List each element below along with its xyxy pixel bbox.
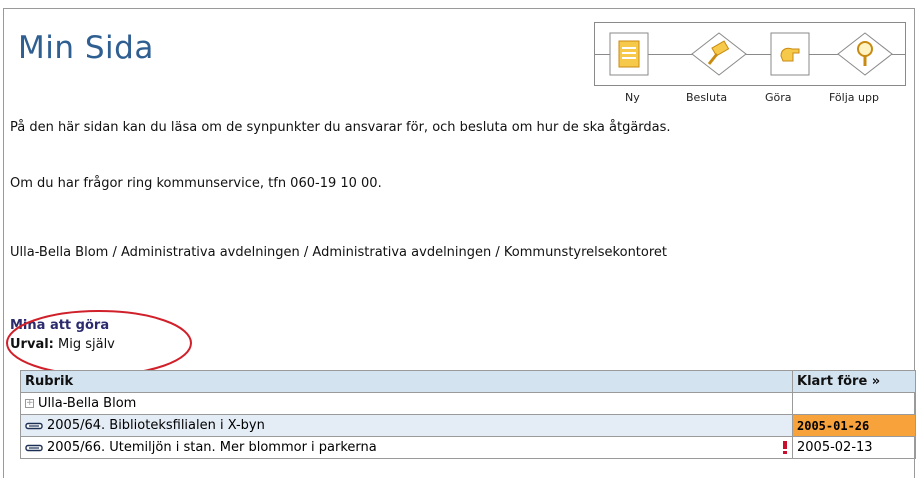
column-header-klart-fore[interactable]: Klart före » [792, 370, 916, 393]
annotation-ellipse [6, 310, 192, 376]
row-date: 2005-02-13 [792, 436, 916, 459]
hand-icon[interactable] [770, 32, 810, 76]
workflow-label-besluta: Besluta [686, 91, 728, 104]
table-row[interactable]: + Ulla-Bella Blom [20, 392, 916, 415]
row-title[interactable]: 2005/64. Biblioteksfilialen i X-byn [47, 418, 265, 433]
expand-icon[interactable]: + [25, 399, 34, 408]
page-title: Min Sida [18, 30, 154, 66]
document-icon[interactable] [609, 32, 649, 76]
contact-text: Om du har frågor ring kommunservice, tfn… [10, 176, 382, 191]
row-title[interactable]: 2005/66. Utemiljön i stan. Mer blommor i… [47, 440, 377, 455]
user-path: Ulla-Bella Blom / Administrativa avdelni… [10, 245, 668, 260]
workflow-label-gora: Göra [765, 91, 792, 104]
workflow-label-folja-upp: Följa upp [829, 91, 879, 104]
gavel-icon[interactable] [691, 32, 747, 76]
row-title[interactable]: Ulla-Bella Blom [38, 396, 136, 411]
column-header-rubrik[interactable]: Rubrik [20, 370, 793, 393]
row-date-urgent: 2005-01-26 [792, 414, 916, 437]
workflow-label-ny: Ny [625, 91, 640, 104]
table-row[interactable]: 2005/64. Biblioteksfilialen i X-byn 2005… [20, 414, 916, 437]
row-date [792, 392, 916, 415]
exclamation-icon [783, 441, 787, 454]
magnifier-icon[interactable] [837, 32, 893, 76]
intro-text: På den här sidan kan du läsa om de synpu… [10, 120, 671, 135]
workflow-diagram [594, 22, 906, 86]
todo-table: Rubrik Klart före » + Ulla-Bella Blom 20… [20, 370, 916, 459]
workflow-labels: Ny Besluta Göra Följa upp [592, 91, 912, 105]
pen-icon [25, 422, 43, 429]
table-row[interactable]: 2005/66. Utemiljön i stan. Mer blommor i… [20, 436, 916, 459]
pen-icon [25, 444, 43, 451]
table-header-row: Rubrik Klart före » [20, 370, 916, 393]
